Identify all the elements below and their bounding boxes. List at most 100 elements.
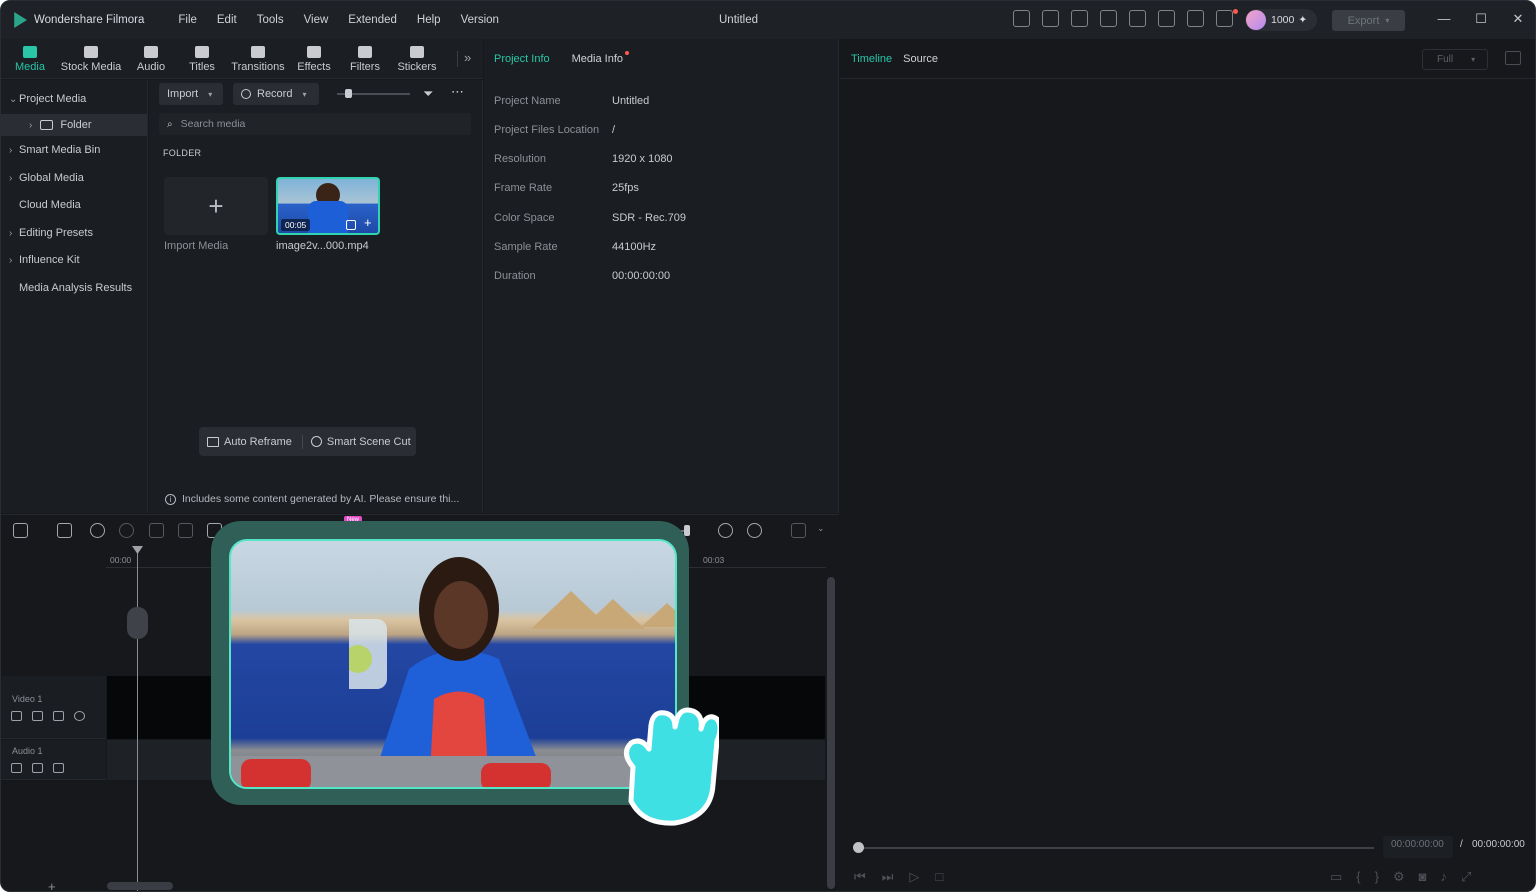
record-button[interactable]: Record ▾ [233,83,319,105]
send-feedback-icon[interactable] [1013,10,1030,27]
mark-in-icon[interactable]: { [1356,869,1360,885]
sidebar-item-global-media[interactable]: › Global Media [9,172,84,184]
minimize-icon[interactable]: — [1437,12,1451,26]
scissor-split-handle[interactable] [127,607,148,639]
sidebar-item-project-media[interactable]: ⌄ Project Media [9,93,86,105]
search-input[interactable]: ⌕ Search media [159,113,471,135]
undo-icon[interactable] [90,523,105,538]
vertical-scrollbar[interactable] [827,577,835,889]
video-thumbnail[interactable]: 00:05 + [276,177,380,235]
tab-transitions[interactable]: Transitions [225,39,291,79]
import-media-tile[interactable]: + [164,177,268,235]
scrubber-handle[interactable] [853,842,864,853]
sidebar-item-cloud-media[interactable]: Cloud Media [9,199,81,211]
support-headset-icon[interactable] [1187,10,1204,27]
export-button[interactable]: Export ▾ [1332,10,1405,31]
tab-stickers[interactable]: Stickers [393,39,441,79]
list-menu-icon[interactable] [1216,10,1233,27]
thumbnail-shirt [308,201,348,233]
next-frame-icon[interactable]: ⏭ [882,869,894,885]
menu-extended[interactable]: Extended [348,14,397,26]
menu-help[interactable]: Help [417,14,441,26]
sidebar-item-editing-presets[interactable]: › Editing Presets [9,227,93,239]
menu-tools[interactable]: Tools [257,14,284,26]
cut-scissors-icon[interactable] [178,523,193,538]
menu-edit[interactable]: Edit [217,14,237,26]
more-options-icon[interactable]: ⋯ [451,84,464,100]
tab-filters[interactable]: Filters [337,39,393,79]
menu-file[interactable]: File [178,14,197,26]
sidebar-item-smart-media-bin[interactable]: › Smart Media Bin [9,144,100,156]
mark-out-icon[interactable]: } [1375,869,1379,885]
add-track-icon[interactable]: + [48,879,56,891]
tab-project-info[interactable]: Project Info [494,53,550,65]
redo-icon[interactable] [119,523,134,538]
speaker-icon[interactable] [32,763,43,773]
pyramid [641,603,675,627]
sidebar-item-influence-kit[interactable]: › Influence Kit [9,254,80,266]
delete-icon[interactable] [149,523,164,538]
tab-titles[interactable]: Titles [179,39,225,79]
slider-handle[interactable] [345,89,352,98]
speaker-icon[interactable] [32,711,43,721]
expand-tabs-icon[interactable]: » [464,50,471,65]
ruler-end: 00:03 [703,555,725,565]
info-key: Color Space [494,212,555,224]
filter-funnel-icon[interactable]: ⏷ [423,86,433,102]
smart-scene-cut-button[interactable]: Smart Scene Cut [327,436,411,448]
info-tabs: Project Info Media Info [494,51,630,65]
layout-grid-icon[interactable] [13,523,28,538]
menu-version[interactable]: Version [461,14,499,26]
tab-filters-label: Filters [350,60,380,73]
folder-icon[interactable] [11,763,22,773]
close-icon[interactable]: ✕ [1511,12,1525,26]
sidebar-item-folder[interactable]: › Folder [1,114,147,136]
fullscreen-icon[interactable]: ⤢ [1461,869,1471,885]
playhead[interactable] [137,549,138,891]
auto-reframe-button[interactable]: Auto Reframe [224,436,292,448]
lock-icon[interactable] [53,763,64,773]
volume-icon[interactable]: ♪ [1441,869,1448,885]
import-button[interactable]: Import ▾ [159,83,223,105]
camera-snapshot-icon[interactable]: ◙ [1419,869,1427,885]
save-icon[interactable] [1129,10,1146,27]
quality-select[interactable]: Full ▾ [1422,49,1488,70]
menu-view[interactable]: View [304,14,329,26]
horizontal-scrollbar[interactable] [107,882,173,890]
tab-effects[interactable]: Effects [291,39,337,79]
chevron-down-icon[interactable]: ⌄ [817,523,825,534]
info-row: Sample Rate 44100Hz [494,241,656,253]
maximize-icon[interactable]: ☐ [1474,12,1488,26]
tab-timeline[interactable]: Timeline [851,53,892,65]
tab-media[interactable]: Media [1,39,59,79]
previous-frame-icon[interactable]: ⏮ [854,869,866,885]
layout-icon[interactable] [1071,10,1088,27]
select-cursor-icon[interactable] [57,523,72,538]
history-icon[interactable] [1100,10,1117,27]
aspect-ratio-icon[interactable]: ▭ [1330,869,1342,885]
subtitle-icon[interactable] [1042,10,1059,27]
playback-scrubber[interactable] [858,847,1374,849]
play-icon[interactable]: ▷ [909,869,919,885]
folder-icon[interactable] [11,711,22,721]
credits-badge[interactable]: 1000 ✦ [1245,9,1317,31]
playhead-handle[interactable] [132,546,143,554]
avatar[interactable] [1246,10,1266,30]
zoom-slider-handle[interactable] [684,525,690,536]
tab-stock-media[interactable]: Stock Media [59,39,123,79]
sidebar-item-media-analysis[interactable]: Media Analysis Results [9,282,132,294]
render-settings-icon[interactable]: ⚙ [1393,869,1405,885]
zoom-in-icon[interactable] [718,523,733,538]
eye-icon[interactable] [74,711,85,721]
tab-audio[interactable]: Audio [123,39,179,79]
tab-media-info[interactable]: Media Info [572,51,630,65]
snapshot-gallery-icon[interactable] [1505,51,1521,65]
settings-gear-icon[interactable] [747,523,762,538]
tab-source[interactable]: Source [903,53,938,65]
ruler-start: 00:00 [110,555,132,565]
lock-icon[interactable] [53,711,64,721]
stop-icon[interactable]: □ [935,869,943,885]
cloud-upload-icon[interactable] [1158,10,1175,27]
add-to-timeline-icon[interactable]: + [364,215,372,230]
panel-layout-icon[interactable] [791,523,806,538]
